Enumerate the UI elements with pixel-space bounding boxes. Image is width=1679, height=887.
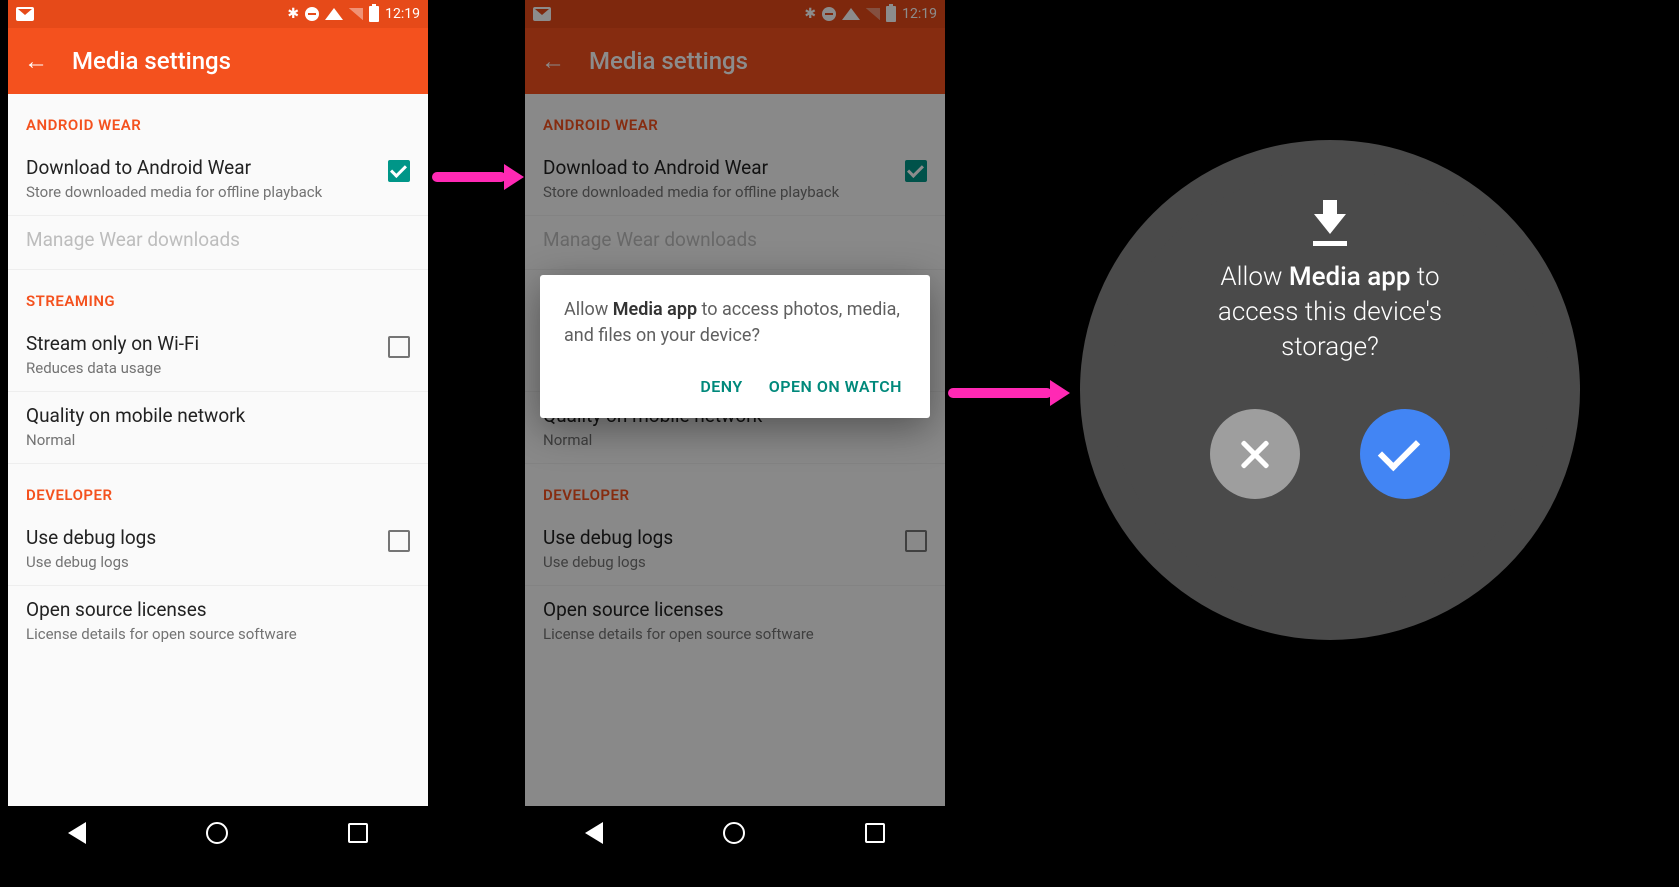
permission-dialog: Allow Media app to access photos, media,… — [540, 275, 930, 418]
section-streaming: STREAMING — [8, 270, 428, 320]
signal-icon — [349, 8, 363, 20]
flow-arrow-2 — [948, 388, 1068, 406]
app-bar: ← Media settings — [8, 28, 428, 94]
nav-recent-button[interactable] — [865, 823, 885, 843]
setting-title: Quality on mobile network — [26, 404, 410, 427]
phone-screenshot-2: ✱ 12:19 ← Media settings ANDROID WEAR Do… — [525, 0, 945, 860]
setting-download-to-wear[interactable]: Download to Android Wear Store downloade… — [8, 144, 428, 216]
nav-home-button[interactable] — [206, 822, 228, 844]
nav-back-button[interactable] — [68, 822, 86, 844]
checkbox-download-to-wear[interactable] — [388, 160, 410, 182]
nav-bar — [8, 806, 428, 860]
setting-debug-logs[interactable]: Use debug logs Use debug logs — [8, 514, 428, 586]
flow-arrow-1 — [432, 172, 522, 190]
setting-subtitle: Store downloaded media for offline playb… — [26, 183, 378, 201]
open-on-watch-button[interactable]: OPEN ON WATCH — [769, 377, 902, 396]
setting-subtitle: Normal — [26, 431, 410, 449]
nav-bar — [525, 806, 945, 860]
setting-subtitle: Reduces data usage — [26, 359, 378, 377]
nav-recent-button[interactable] — [348, 823, 368, 843]
checkbox-stream-wifi[interactable] — [388, 336, 410, 358]
dnd-icon — [305, 7, 319, 21]
permission-dialog-text: Allow Media app to access photos, media,… — [564, 297, 906, 349]
setting-title: Stream only on Wi-Fi — [26, 332, 378, 355]
download-icon — [1312, 200, 1348, 246]
watch-permission-text: Allow Media app to access this device's … — [1162, 260, 1498, 365]
wear-watch-face: Allow Media app to access this device's … — [1080, 140, 1580, 640]
setting-title: Download to Android Wear — [26, 156, 378, 179]
status-time: 12:19 — [385, 6, 420, 22]
setting-subtitle: License details for open source software — [26, 625, 410, 643]
gmail-notification-icon — [16, 7, 34, 21]
page-title: Media settings — [72, 47, 231, 75]
section-developer: DEVELOPER — [8, 464, 428, 514]
phone-screenshot-1: ✱ 12:19 ← Media settings ANDROID WEAR Do… — [8, 0, 428, 860]
setting-stream-wifi[interactable]: Stream only on Wi-Fi Reduces data usage — [8, 320, 428, 392]
nav-back-button[interactable] — [585, 822, 603, 844]
status-bar: ✱ 12:19 — [8, 0, 428, 28]
section-android-wear: ANDROID WEAR — [8, 94, 428, 144]
bluetooth-icon: ✱ — [287, 6, 299, 22]
watch-deny-button[interactable] — [1210, 409, 1300, 499]
deny-button[interactable]: DENY — [700, 377, 742, 396]
setting-title: Use debug logs — [26, 526, 378, 549]
nav-home-button[interactable] — [723, 822, 745, 844]
wifi-icon — [325, 8, 343, 20]
checkbox-debug-logs[interactable] — [388, 530, 410, 552]
watch-allow-button[interactable] — [1360, 409, 1450, 499]
setting-quality-mobile[interactable]: Quality on mobile network Normal — [8, 392, 428, 464]
battery-icon — [369, 6, 379, 22]
setting-title: Manage Wear downloads — [26, 228, 410, 251]
setting-title: Open source licenses — [26, 598, 410, 621]
setting-subtitle: Use debug logs — [26, 553, 378, 571]
setting-open-source-licenses[interactable]: Open source licenses License details for… — [8, 586, 428, 657]
back-icon[interactable]: ← — [24, 47, 48, 76]
setting-manage-wear-downloads[interactable]: Manage Wear downloads — [8, 216, 428, 270]
